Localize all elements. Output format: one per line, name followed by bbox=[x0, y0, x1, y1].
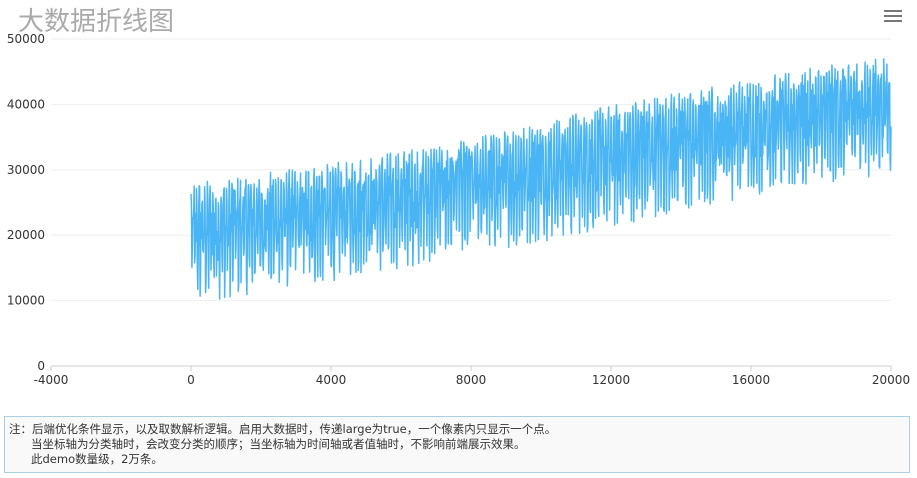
y-tick-label-10000: 10000 bbox=[7, 294, 45, 308]
y-tick-label-40000: 40000 bbox=[7, 97, 45, 111]
x-tick-label-20000: 20000 bbox=[872, 373, 910, 387]
series-line bbox=[190, 58, 892, 300]
x-tick-label--4000: -4000 bbox=[34, 373, 69, 387]
y-tick-label-50000: 50000 bbox=[7, 32, 45, 46]
y-axis-tick-labels: 0 10000 20000 30000 40000 50000 bbox=[7, 32, 45, 373]
note-line-3: 此demo数量级，2万条。 bbox=[31, 452, 163, 466]
x-tick-label-12000: 12000 bbox=[592, 373, 630, 387]
series-layer bbox=[190, 58, 892, 300]
y-tick-label-20000: 20000 bbox=[7, 228, 45, 242]
y-tick-label-30000: 30000 bbox=[7, 163, 45, 177]
note-line-2: 当坐标轴为分类轴时，会改变分类的顺序；当坐标轴为时间轴或者值轴时，不影响前端展示… bbox=[31, 437, 526, 451]
y-tick-label-0: 0 bbox=[37, 359, 45, 373]
x-tick-label-0: 0 bbox=[187, 373, 195, 387]
x-tick-label-8000: 8000 bbox=[456, 373, 487, 387]
axes bbox=[50, 365, 892, 371]
chart-note: 注：后端优化条件显示，以及取数解析逻辑。启用大数据时，传递large为true，… bbox=[4, 416, 910, 473]
x-tick-label-16000: 16000 bbox=[732, 373, 770, 387]
line-chart: 01000020000300004000050000 -4000 0 4000 800… bbox=[7, 32, 911, 387]
note-line-1: 注：后端优化条件显示，以及取数解析逻辑。启用大数据时，传递large为true，… bbox=[9, 422, 557, 436]
x-axis-tick-labels: -4000 0 4000 8000 12000 16000 20000 bbox=[34, 373, 911, 387]
x-tick-label-4000: 4000 bbox=[316, 373, 347, 387]
